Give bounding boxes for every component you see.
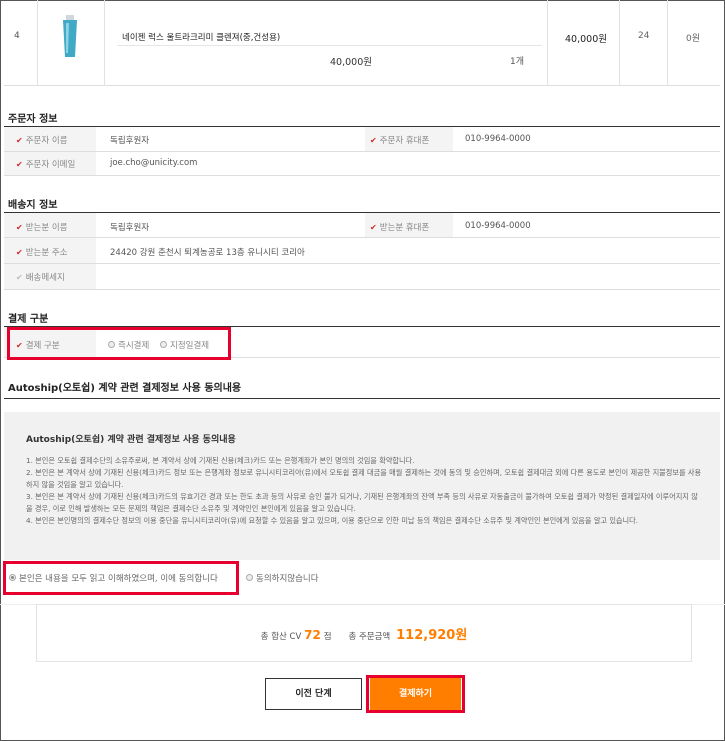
autoship-section-title: Autoship(오토쉽) 계약 관련 결제정보 사용 동의내용 (8, 383, 242, 394)
divider (37, 0, 38, 86)
total-cv-unit: 점 (323, 632, 332, 642)
required-check-icon: ✔ (16, 223, 23, 232)
divider (547, 0, 548, 86)
highlight-box (366, 675, 465, 713)
orderer-phone-value: 010-9964-0000 (465, 134, 531, 144)
recipient-address-value: 24420 강원 춘천시 퇴계농공로 13층 유니시티 코리아 (110, 248, 305, 258)
agreement-line: 2. 본인은 본 계약서 상에 기재된 신용(체크)카드 정보 또는 은행계좌 … (26, 468, 702, 489)
divider (4, 398, 720, 399)
divider (619, 0, 620, 86)
total-amount-value: 112,920원 (396, 628, 468, 643)
agreement-line: 3. 본인은 본 계약서 상에 기재된 신용(체크)카드의 유효기간 경과 또는… (26, 492, 698, 513)
orderer-name-label: ✔ 주문자 이름 (16, 136, 68, 146)
highlight-box (3, 561, 239, 595)
divider (4, 212, 720, 213)
divider (4, 263, 720, 264)
shipping-section-title: 배송지 정보 (8, 200, 58, 211)
required-check-icon: ✔ (16, 160, 23, 169)
divider (4, 237, 720, 238)
cv-value: 24 (638, 31, 650, 41)
row-number: 4 (14, 31, 20, 41)
divider (667, 0, 668, 86)
orderer-phone-label: ✔ 주문자 휴대폰 (370, 136, 430, 146)
recipient-name-label: ✔ 받는분 이름 (16, 223, 68, 233)
product-image (63, 15, 77, 57)
recipient-address-label: ✔ 받는분 주소 (16, 248, 68, 258)
product-name[interactable]: 네이젠 럭스 울트라크리미 클렌져(중,건성용) (122, 31, 280, 43)
total-cv-value: 72 (304, 628, 321, 642)
recipient-phone-label: ✔ 받는분 휴대폰 (370, 223, 430, 233)
orderer-email-value: joe.cho@unicity.com (110, 158, 198, 168)
required-check-icon: ✔ (16, 248, 23, 257)
unit-price: 40,000원 (330, 57, 372, 68)
required-check-icon: ✔ (370, 136, 377, 145)
product-row (4, 0, 720, 86)
required-check-icon: ✔ (370, 223, 377, 232)
recipient-phone-value: 010-9964-0000 (465, 221, 531, 231)
orderer-name-value: 독립후원자 (110, 136, 150, 146)
orderer-email-label: ✔ 주문자 이메일 (16, 160, 76, 170)
divider (117, 45, 542, 46)
line-total: 40,000원 (565, 34, 607, 45)
divider (4, 289, 720, 290)
divider (4, 151, 720, 152)
delivery-message-input[interactable] (100, 266, 716, 286)
total-amount-label: 총 주문금액 (348, 632, 391, 642)
optional-check-icon: ✔ (16, 273, 23, 282)
points-value: 0원 (686, 34, 701, 44)
summary-line: 총 합산 CV 72 점 총 주문금액 112,920원 (36, 624, 692, 643)
recipient-name-value: 독립후원자 (110, 223, 150, 233)
previous-step-button[interactable]: 이전 단계 (265, 678, 362, 710)
total-cv-label: 총 합산 CV (260, 632, 302, 642)
disagree-option[interactable]: 동의하지않습니다 (246, 572, 319, 584)
divider (4, 175, 720, 176)
required-check-icon: ✔ (16, 136, 23, 145)
orderer-section-title: 주문자 정보 (8, 114, 58, 125)
delivery-message-label: ✔ 배송메세지 (16, 273, 65, 283)
quantity: 1개 (510, 57, 525, 67)
payment-section-title: 결제 구분 (8, 314, 49, 325)
divider (4, 126, 720, 127)
agreement-line: 1. 본인은 오토쉽 결제수단의 소유주로써, 본 계약서 상에 기재된 신용(… (26, 456, 415, 465)
agreement-text: 1. 본인은 오토쉽 결제수단의 소유주로써, 본 계약서 상에 기재된 신용(… (26, 455, 702, 527)
agreement-line: 4. 본인은 본인명의의 결제수단 정보의 이용 중단을 유니시티코리아(유)에… (26, 516, 639, 525)
highlight-box (7, 327, 231, 360)
radio-icon[interactable] (246, 574, 253, 581)
divider (104, 0, 105, 86)
agreement-title: Autoship(오토쉽) 계약 관련 결제정보 사용 동의내용 (26, 435, 236, 445)
